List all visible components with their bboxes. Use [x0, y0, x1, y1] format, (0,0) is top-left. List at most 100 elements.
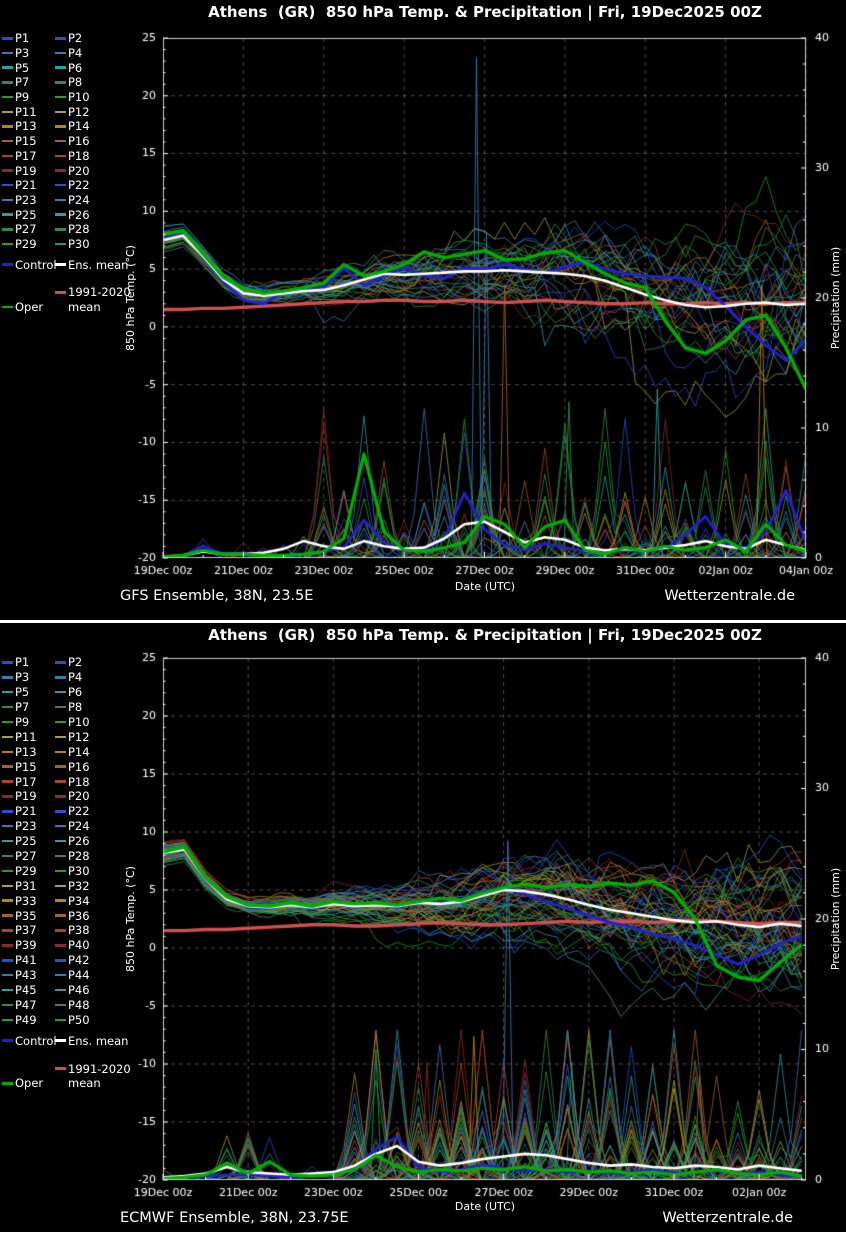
- member-line-swatch: [55, 81, 66, 84]
- legend-member-label: P6: [68, 686, 82, 698]
- legend-member-label: P9: [15, 91, 29, 103]
- member-line-swatch: [55, 765, 66, 768]
- legend-member-label: P19: [15, 165, 37, 177]
- climate-line-swatch: [55, 291, 66, 294]
- legend-row: P21P22: [2, 804, 160, 819]
- legend-member-label: P8: [68, 76, 82, 88]
- member-line-swatch: [55, 840, 66, 843]
- legend-member-label: P32: [68, 880, 90, 892]
- legend-member-label: P24: [68, 194, 90, 206]
- legend-row-oper: Oper mean: [2, 1076, 160, 1091]
- legend-row: P39P40: [2, 938, 160, 953]
- legend-member-label: P12: [68, 731, 90, 743]
- member-line-swatch: [55, 96, 66, 99]
- oper-line-swatch: [2, 1082, 13, 1085]
- member-line-swatch: [55, 228, 66, 231]
- member-line-swatch: [2, 855, 13, 858]
- legend-member-label: P18: [68, 150, 90, 162]
- legend-member-label: P4: [68, 47, 82, 59]
- legend-member-label: P25: [15, 835, 37, 847]
- legend-row: P27P28: [2, 222, 160, 237]
- legend-row: P9P10: [2, 90, 160, 105]
- member-line-swatch: [2, 243, 13, 246]
- legend-row: P25P26: [2, 207, 160, 222]
- legend-member-label: P24: [68, 820, 90, 832]
- member-line-swatch: [55, 870, 66, 873]
- member-line-swatch: [55, 184, 66, 187]
- member-line-swatch: [55, 974, 66, 977]
- member-line-swatch: [2, 929, 13, 932]
- member-line-swatch: [55, 959, 66, 962]
- legend-row: P21P22: [2, 178, 160, 193]
- member-line-swatch: [2, 736, 13, 739]
- member-line-swatch: [2, 765, 13, 768]
- legend-member-label: P29: [15, 238, 37, 250]
- legend-member-label: P2: [68, 656, 82, 668]
- member-line-swatch: [2, 96, 13, 99]
- legend-member-label: P1: [15, 656, 29, 668]
- legend-row-climate: 1991-2020: [2, 1061, 160, 1076]
- legend-member-label: P8: [68, 701, 82, 713]
- member-line-swatch: [55, 243, 66, 246]
- gfs-model-caption: GFS Ensemble, 38N, 23.5E: [120, 588, 313, 604]
- legend-member-label: P46: [68, 984, 90, 996]
- member-line-swatch: [55, 691, 66, 694]
- legend-row: P29P30: [2, 863, 160, 878]
- member-line-swatch: [55, 169, 66, 172]
- legend-row: P27P28: [2, 849, 160, 864]
- legend-row: P17P18: [2, 774, 160, 789]
- member-line-swatch: [2, 944, 13, 947]
- member-line-swatch: [2, 989, 13, 992]
- legend-row: P29P30: [2, 237, 160, 252]
- legend-member-label: P9: [15, 716, 29, 728]
- member-line-swatch: [2, 66, 13, 69]
- legend-member-label: P13: [15, 120, 37, 132]
- legend-member-label: P4: [68, 671, 82, 683]
- legend-row: P11P12: [2, 104, 160, 119]
- member-line-swatch: [55, 751, 66, 754]
- legend-member-label: P1: [15, 32, 29, 44]
- member-line-swatch: [2, 959, 13, 962]
- member-line-swatch: [2, 780, 13, 783]
- legend-oper-label: Oper: [15, 1077, 43, 1089]
- legend-row-oper: Opermean: [2, 300, 160, 315]
- legend-row: P23P24: [2, 819, 160, 834]
- legend-row: P31 P32: [2, 878, 160, 893]
- legend-member-label: P7: [15, 701, 29, 713]
- member-line-swatch: [55, 125, 66, 128]
- member-line-swatch: [2, 140, 13, 143]
- legend-member-label: P15: [15, 761, 37, 773]
- legend-member-label: P28: [68, 850, 90, 862]
- legend-row: P45P46: [2, 983, 160, 998]
- member-line-swatch: [2, 721, 13, 724]
- member-line-swatch: [55, 885, 66, 888]
- legend-row: P5P6: [2, 60, 160, 75]
- legend-row: P37P38: [2, 923, 160, 938]
- ecmwf-precip-axis-label: Precipitation (mm): [829, 819, 843, 1019]
- member-line-swatch: [55, 929, 66, 932]
- member-line-swatch: [55, 37, 66, 40]
- member-line-swatch: [2, 810, 13, 813]
- member-line-swatch: [2, 840, 13, 843]
- member-line-swatch: [2, 155, 13, 158]
- legend-member-label: P33: [15, 895, 37, 907]
- legend-row: P5P6: [2, 685, 160, 700]
- legend-row: P19P20: [2, 163, 160, 178]
- member-line-swatch: [55, 661, 66, 664]
- member-line-swatch: [2, 885, 13, 888]
- legend-member-label: P31: [15, 880, 37, 892]
- member-line-swatch: [2, 184, 13, 187]
- member-line-swatch: [2, 795, 13, 798]
- member-line-swatch: [2, 125, 13, 128]
- legend-member-label: P23: [15, 194, 37, 206]
- legend-member-label: P17: [15, 776, 37, 788]
- gfs-precip-axis-label: Precipitation (mm): [829, 198, 843, 398]
- legend-member-label: P14: [68, 746, 90, 758]
- legend-member-label: P35: [15, 910, 37, 922]
- legend-member-label: P5: [15, 62, 29, 74]
- legend-member-label: P47: [15, 999, 37, 1011]
- legend-climate-label-line2: mean: [68, 1077, 101, 1089]
- legend-row: P13P14: [2, 744, 160, 759]
- legend-row: P25P26: [2, 834, 160, 849]
- legend-member-label: P21: [15, 805, 37, 817]
